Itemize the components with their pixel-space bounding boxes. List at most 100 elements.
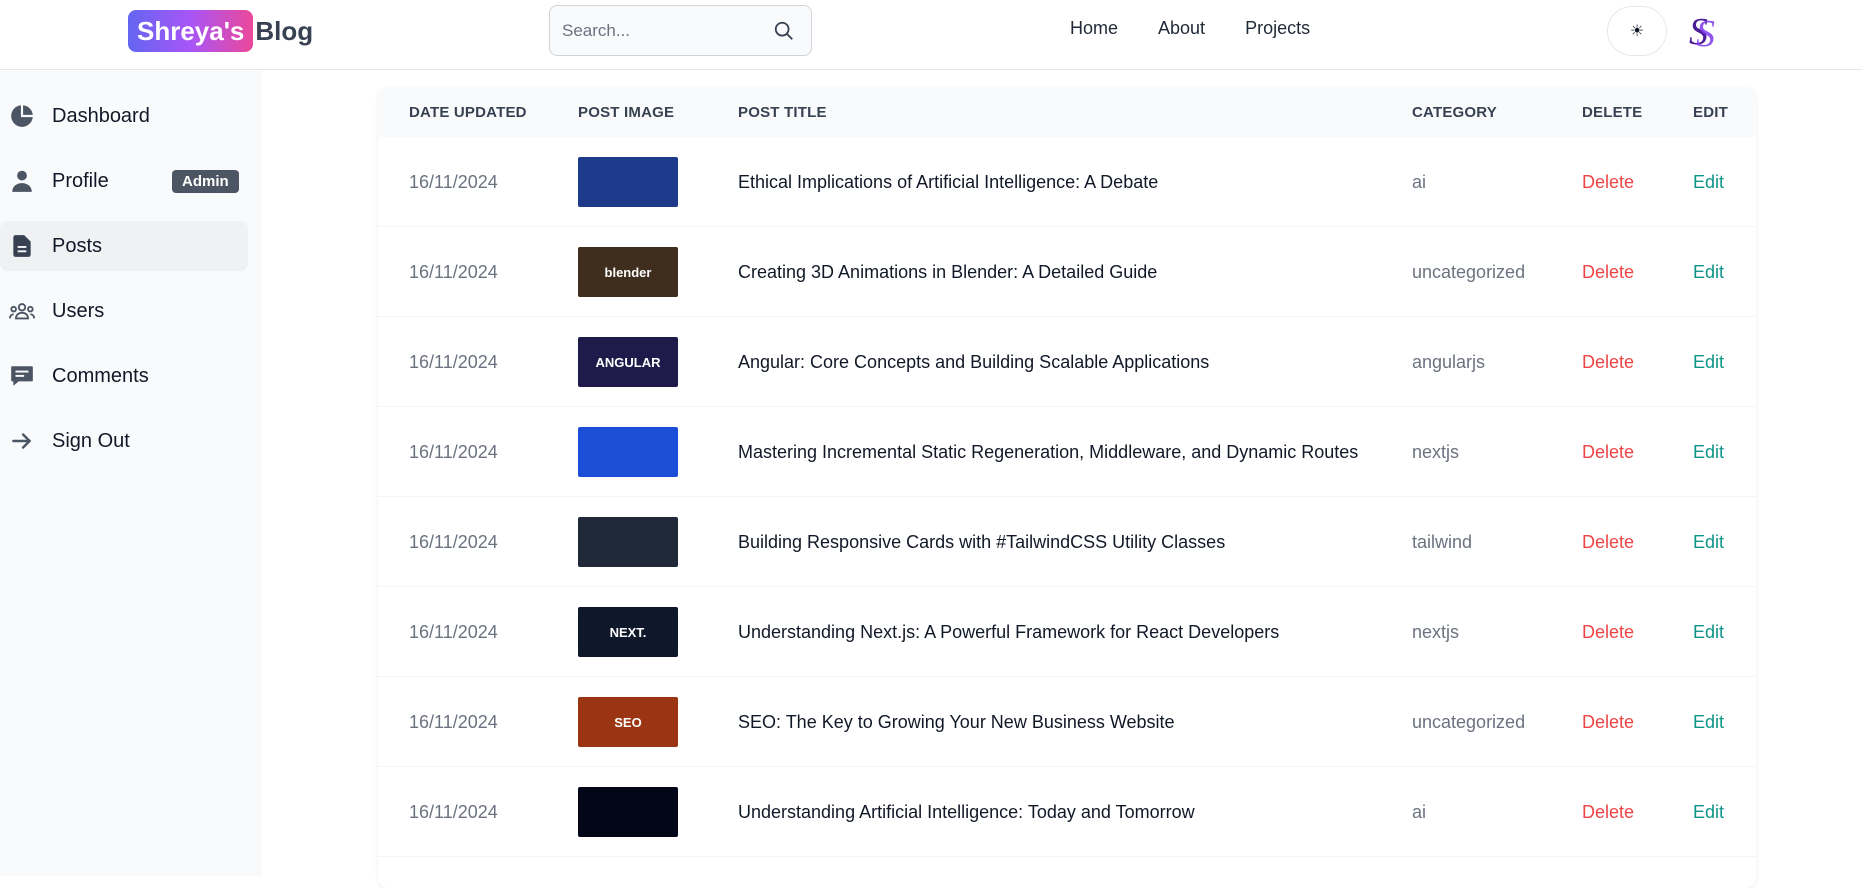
table-header: Date updated Post image Post title Categ… <box>378 88 1756 137</box>
delete-button[interactable]: Delete <box>1582 587 1634 677</box>
post-image-cell: ANGULAR <box>578 317 678 407</box>
category-cell: ai <box>1412 171 1427 192</box>
sidebar-item-users[interactable]: Users <box>0 286 248 336</box>
table-row: 16/11/2024 Ethical Implications of Artifi… <box>378 137 1756 227</box>
delete-button[interactable]: Delete <box>1582 227 1634 317</box>
thumbnail-label: NEXT. <box>609 624 647 640</box>
post-thumbnail[interactable] <box>578 787 678 837</box>
delete-button[interactable]: Delete <box>1582 407 1634 497</box>
sidebar-item-label: Profile <box>52 169 109 192</box>
category-cell: nextjs <box>1412 621 1460 642</box>
delete-button[interactable]: Delete <box>1582 767 1634 857</box>
post-title-link[interactable]: Creating 3D Animations in Blender: A Det… <box>738 227 1157 317</box>
table-row: 16/11/2024 Building Responsive Cards with… <box>378 497 1756 587</box>
svg-text:S: S <box>1696 13 1715 54</box>
edit-link[interactable]: Edit <box>1693 227 1724 317</box>
pie-chart-icon <box>11 105 33 127</box>
post-image-cell <box>578 497 678 587</box>
post-title-link[interactable]: Understanding Next.js: A Powerful Framew… <box>738 587 1279 677</box>
category-cell: tailwind <box>1412 531 1473 552</box>
delete-button[interactable]: Delete <box>1582 317 1634 407</box>
date-updated-cell: 16/11/2024 <box>409 351 498 372</box>
sun-icon: ☀ <box>1629 23 1645 40</box>
header-post-title: Post title <box>738 104 827 121</box>
post-title-link[interactable]: Angular: Core Concepts and Building Scal… <box>738 317 1209 407</box>
sidebar-item-comments[interactable]: Comments <box>0 351 248 401</box>
sidebar-item-sign-out[interactable]: Sign Out <box>0 416 248 466</box>
header-category: Category <box>1412 104 1497 121</box>
date-updated-cell: 16/11/2024 <box>409 261 498 282</box>
site-logo[interactable]: Shreya's Blog <box>128 9 313 53</box>
admin-badge: Admin <box>172 170 239 193</box>
edit-link[interactable]: Edit <box>1693 137 1724 227</box>
header-delete: Delete <box>1582 104 1643 121</box>
main-nav: Home About Projects <box>1070 18 1350 39</box>
document-icon <box>13 235 31 257</box>
search-input[interactable] <box>550 20 760 41</box>
search-icon[interactable] <box>773 20 795 42</box>
table-row: 16/11/2024 Mastering Incremental Static R… <box>378 407 1756 497</box>
logo-text: Blog <box>255 15 314 46</box>
sidebar-item-posts[interactable]: Posts <box>0 221 248 271</box>
nav-home-link[interactable]: Home <box>1070 18 1118 39</box>
theme-toggle-button[interactable]: ☀ <box>1607 6 1667 56</box>
edit-link[interactable]: Edit <box>1693 317 1724 407</box>
post-thumbnail[interactable]: SEO <box>578 697 678 747</box>
post-image-cell <box>578 767 678 857</box>
table-row: 16/11/2024 blender Creating 3D Animations … <box>378 227 1756 317</box>
post-thumbnail[interactable] <box>578 157 678 207</box>
user-icon <box>12 170 32 192</box>
header-date-updated: Date updated <box>409 104 527 121</box>
sidebar-item-label: Comments <box>52 364 149 387</box>
post-title-link[interactable]: Understanding Artificial Intelligence: T… <box>738 767 1195 857</box>
post-thumbnail[interactable] <box>578 517 678 567</box>
sidebar-item-label: Posts <box>52 234 103 257</box>
delete-button[interactable]: Delete <box>1582 677 1634 767</box>
sidebar-item-dashboard[interactable]: Dashboard <box>0 91 248 141</box>
edit-link[interactable]: Edit <box>1693 497 1724 587</box>
post-thumbnail[interactable]: NEXT. <box>578 607 678 657</box>
nav-about-link[interactable]: About <box>1158 18 1205 39</box>
arrow-right-icon <box>12 433 32 449</box>
posts-table: Date updated Post image Post title Categ… <box>378 88 1756 888</box>
table-row: 16/11/2024 Understanding Artificial Intel… <box>378 767 1756 857</box>
edit-link[interactable]: Edit <box>1693 767 1724 857</box>
logo-badge: Shreya's <box>128 10 254 52</box>
category-cell: ai <box>1412 801 1427 822</box>
category-cell: nextjs <box>1412 441 1460 462</box>
delete-button[interactable]: Delete <box>1582 137 1634 227</box>
top-header: Shreya's Blog Home About Projects ☀ S S <box>0 0 1862 70</box>
search-box <box>549 5 812 56</box>
date-updated-cell: 16/11/2024 <box>409 711 498 732</box>
table-row: 16/11/2024 SEO SEO: The Key to Growing You… <box>378 677 1756 767</box>
thumbnail-label: ANGULAR <box>595 354 661 370</box>
post-title-link[interactable]: Ethical Implications of Artificial Intel… <box>738 137 1158 227</box>
post-title-link[interactable]: Mastering Incremental Static Regeneratio… <box>738 407 1358 497</box>
post-image-cell: SEO <box>578 677 678 767</box>
date-updated-cell: 16/11/2024 <box>409 441 498 462</box>
category-cell: angularjs <box>1412 351 1486 372</box>
nav-projects-link[interactable]: Projects <box>1245 18 1310 39</box>
post-thumbnail[interactable]: blender <box>578 247 678 297</box>
table-row: 16/11/2024 NEXT. Understanding Next.js: A … <box>378 587 1756 677</box>
delete-button[interactable]: Delete <box>1582 497 1634 587</box>
sidebar-item-label: Sign Out <box>52 429 130 452</box>
post-title-link[interactable]: SEO: The Key to Growing Your New Busines… <box>738 677 1175 767</box>
post-image-cell: NEXT. <box>578 587 678 677</box>
post-thumbnail[interactable] <box>578 427 678 477</box>
thumbnail-label: SEO <box>614 714 642 730</box>
sidebar-item-profile[interactable]: Profile Admin <box>0 156 248 206</box>
category-cell: uncategorized <box>1412 711 1526 732</box>
edit-link[interactable]: Edit <box>1693 407 1724 497</box>
header-edit: Edit <box>1693 104 1728 121</box>
post-thumbnail[interactable]: ANGULAR <box>578 337 678 387</box>
post-image-cell: blender <box>578 227 678 317</box>
edit-link[interactable]: Edit <box>1693 587 1724 677</box>
table-row: 16/11/2024 ANGULAR Angular: Core Concepts … <box>378 317 1756 407</box>
sidebar-item-label: Users <box>52 299 105 322</box>
user-avatar-icon[interactable]: S S <box>1683 8 1727 54</box>
post-title-link[interactable]: Building Responsive Cards with #Tailwind… <box>738 497 1225 587</box>
edit-link[interactable]: Edit <box>1693 677 1724 767</box>
date-updated-cell: 16/11/2024 <box>409 801 498 822</box>
post-image-cell <box>578 137 678 227</box>
